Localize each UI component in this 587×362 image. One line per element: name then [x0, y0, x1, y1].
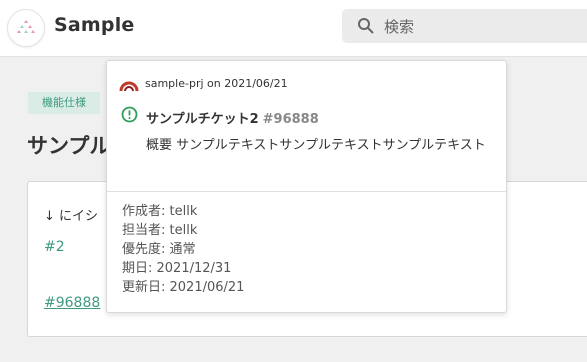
- search-input[interactable]: [382, 15, 586, 39]
- ticket-title-line[interactable]: サンプルチケット2 #96888: [146, 108, 319, 127]
- ticket-key: #96888: [262, 112, 319, 127]
- ticket-meta: 作成者: tellk 担当者: tellk 優先度: 通常 期日: 2021/1…: [122, 202, 244, 297]
- app-header: Sample: [0, 0, 587, 57]
- search-icon: [358, 18, 374, 34]
- ticket-summary: 概要 サンプルテキストサンプルテキストサンプルテキスト: [146, 138, 486, 153]
- popup-project-text: sample-prj on 2021/06/21: [145, 77, 288, 90]
- issue-link-2[interactable]: #2: [44, 239, 65, 255]
- popup-divider: [107, 191, 506, 192]
- issue-type-tag: 機能仕様: [28, 92, 100, 114]
- app-logo-icon[interactable]: [7, 9, 45, 47]
- meta-priority: 優先度: 通常: [122, 242, 196, 257]
- exclamation-circle-icon: [121, 106, 138, 123]
- ticket-title: サンプルチケット2: [146, 112, 259, 127]
- ticket-hover-popup: sample-prj on 2021/06/21 サンプルチケット2 #96888…: [106, 60, 507, 313]
- app-title: Sample: [54, 14, 135, 36]
- search-bar[interactable]: [342, 9, 587, 43]
- project-arch-icon: [119, 81, 139, 92]
- content-text: ↓ にイシ: [44, 209, 99, 224]
- meta-updated-date: 更新日: 2021/06/21: [122, 280, 245, 295]
- meta-assignee: 担当者: tellk: [122, 223, 198, 238]
- issue-title: サンプル: [27, 134, 111, 158]
- issue-link-96888[interactable]: #96888: [44, 295, 100, 311]
- meta-due-date: 期日: 2021/12/31: [122, 261, 232, 276]
- meta-author: 作成者: tellk: [122, 204, 198, 219]
